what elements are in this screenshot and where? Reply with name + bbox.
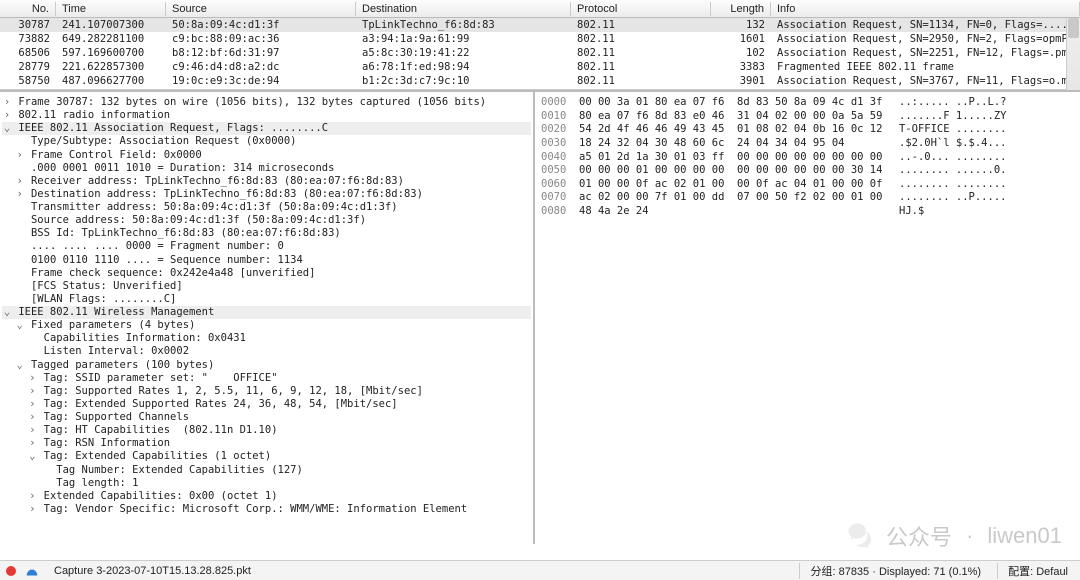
tree-toggle-icon[interactable]: › [27, 490, 37, 503]
tree-toggle-icon [15, 162, 25, 175]
hex-row[interactable]: 005000 00 00 01 00 00 00 00 00 00 00 00 … [541, 164, 1074, 178]
tree-toggle-icon[interactable]: › [27, 398, 37, 411]
detail-line[interactable]: › Tag: Vendor Specific: Microsoft Corp.:… [2, 503, 531, 516]
col-header-source[interactable]: Source [166, 2, 356, 16]
detail-line[interactable]: Listen Interval: 0x0002 [2, 345, 531, 358]
tree-toggle-icon[interactable]: › [2, 96, 12, 109]
status-profile[interactable]: 配置: Defaul [997, 563, 1074, 579]
detail-line[interactable]: Transmitter address: 50:8a:09:4c:d1:3f (… [2, 201, 531, 214]
detail-line[interactable]: Source address: 50:8a:09:4c:d1:3f (50:8a… [2, 214, 531, 227]
detail-line[interactable]: .000 0001 0011 1010 = Duration: 314 micr… [2, 162, 531, 175]
detail-line[interactable]: › Tag: Extended Supported Rates 24, 36, … [2, 398, 531, 411]
tree-toggle-icon [15, 293, 25, 306]
detail-line[interactable]: › Tag: HT Capabilities (802.11n D1.10) [2, 424, 531, 437]
capture-file-name: Capture 3-2023-07-10T15.13.28.825.pkt [48, 565, 257, 577]
tree-toggle-icon[interactable]: › [15, 188, 25, 201]
tree-toggle-icon[interactable]: › [27, 424, 37, 437]
col-header-no[interactable]: No. [0, 2, 56, 16]
detail-line[interactable]: [WLAN Flags: ........C] [2, 293, 531, 306]
tree-toggle-icon[interactable]: ⌄ [2, 306, 12, 319]
detail-line[interactable]: Tag Number: Extended Capabilities (127) [2, 464, 531, 477]
scrollbar-thumb[interactable] [1068, 18, 1079, 38]
tree-toggle-icon [15, 227, 25, 240]
hex-row[interactable]: 0040a5 01 2d 1a 30 01 03 ff 00 00 00 00 … [541, 151, 1074, 165]
packet-list: No. Time Source Destination Protocol Len… [0, 0, 1080, 90]
tree-toggle-icon[interactable]: › [27, 385, 37, 398]
tree-toggle-icon[interactable]: › [27, 503, 37, 516]
hex-row[interactable]: 000000 00 3a 01 80 ea 07 f6 8d 83 50 8a … [541, 96, 1074, 110]
tree-toggle-icon[interactable]: ⌄ [15, 319, 25, 332]
detail-line[interactable]: › Tag: Supported Channels [2, 411, 531, 424]
packet-row[interactable]: 58750487.09662770019:0c:e9:3c:de:94b1:2c… [0, 74, 1080, 88]
detail-line[interactable]: ⌄ Tagged parameters (100 bytes) [2, 359, 531, 372]
hex-row[interactable]: 002054 2d 4f 46 46 49 43 45 01 08 02 04 … [541, 123, 1074, 137]
hex-row[interactable]: 003018 24 32 04 30 48 60 6c 24 04 34 04 … [541, 137, 1074, 151]
col-header-time[interactable]: Time [56, 2, 166, 16]
detail-line[interactable]: › Destination address: TpLinkTechno_f6:8… [2, 188, 531, 201]
tree-toggle-icon[interactable]: ⌄ [27, 450, 37, 463]
wireshark-icon [26, 565, 38, 577]
detail-line[interactable]: Frame check sequence: 0x242e4a48 [unveri… [2, 267, 531, 280]
tree-toggle-icon [15, 254, 25, 267]
hex-row[interactable]: 006001 00 00 0f ac 02 01 00 00 0f ac 04 … [541, 178, 1074, 192]
status-bar: Capture 3-2023-07-10T15.13.28.825.pkt 分组… [0, 560, 1080, 580]
tree-toggle-icon[interactable]: › [2, 109, 12, 122]
tree-toggle-icon [15, 267, 25, 280]
detail-line[interactable]: Capabilities Information: 0x0431 [2, 332, 531, 345]
packet-row[interactable]: 73882649.282281100c9:bc:88:09:ac:36a3:94… [0, 32, 1080, 46]
tree-toggle-icon[interactable]: › [15, 175, 25, 188]
detail-line[interactable]: BSS Id: TpLinkTechno_f6:8d:83 (80:ea:07:… [2, 227, 531, 240]
tree-toggle-icon [15, 135, 25, 148]
detail-line[interactable]: Tag length: 1 [2, 477, 531, 490]
hex-row[interactable]: 008048 4a 2e 24HJ.$ [541, 205, 1074, 219]
tree-toggle-icon [40, 477, 50, 490]
tree-toggle-icon[interactable]: › [27, 372, 37, 385]
tree-toggle-icon[interactable]: › [15, 149, 25, 162]
tree-toggle-icon [27, 345, 37, 358]
status-packets: 分组: 87835 · Displayed: 71 (0.1%) [799, 563, 987, 579]
detail-line[interactable]: ⌄ IEEE 802.11 Association Request, Flags… [2, 122, 531, 135]
detail-line[interactable]: ⌄ Tag: Extended Capabilities (1 octet) [2, 450, 531, 463]
detail-line[interactable]: › Tag: Supported Rates 1, 2, 5.5, 11, 6,… [2, 385, 531, 398]
detail-line[interactable]: › Tag: RSN Information [2, 437, 531, 450]
capture-stop-indicator-icon[interactable] [6, 566, 16, 576]
col-header-info[interactable]: Info [771, 2, 1080, 16]
detail-line[interactable]: 0100 0110 1110 .... = Sequence number: 1… [2, 254, 531, 267]
tree-toggle-icon[interactable]: › [27, 411, 37, 424]
col-header-protocol[interactable]: Protocol [571, 2, 711, 16]
detail-line[interactable]: Type/Subtype: Association Request (0x000… [2, 135, 531, 148]
tree-toggle-icon[interactable]: ⌄ [2, 122, 12, 135]
tree-toggle-icon [40, 464, 50, 477]
detail-line[interactable]: › Frame 30787: 132 bytes on wire (1056 b… [2, 96, 531, 109]
detail-line[interactable]: ⌄ IEEE 802.11 Wireless Management [2, 306, 531, 319]
detail-line[interactable]: › Receiver address: TpLinkTechno_f6:8d:8… [2, 175, 531, 188]
detail-line[interactable]: ⌄ Fixed parameters (4 bytes) [2, 319, 531, 332]
hex-row[interactable]: 001080 ea 07 f6 8d 83 e0 46 31 04 02 00 … [541, 110, 1074, 124]
col-header-destination[interactable]: Destination [356, 2, 571, 16]
tree-toggle-icon [15, 214, 25, 227]
detail-line[interactable]: › Frame Control Field: 0x0000 [2, 149, 531, 162]
col-header-length[interactable]: Length [711, 2, 771, 16]
detail-line[interactable]: .... .... .... 0000 = Fragment number: 0 [2, 240, 531, 253]
tree-toggle-icon [15, 280, 25, 293]
packet-details-tree[interactable]: › Frame 30787: 132 bytes on wire (1056 b… [0, 92, 535, 544]
packet-row[interactable]: 28779221.622857300c9:46:d4:d8:a2:dca6:78… [0, 60, 1080, 74]
packet-row[interactable]: 68506597.169600700b8:12:bf:6d:31:97a5:8c… [0, 46, 1080, 60]
detail-line[interactable]: › Tag: SSID parameter set: " OFFICE" [2, 372, 531, 385]
tree-toggle-icon [27, 332, 37, 345]
tree-toggle-icon[interactable]: ⌄ [15, 359, 25, 372]
packet-row[interactable]: 30787241.10700730050:8a:09:4c:d1:3fTpLin… [0, 18, 1080, 32]
detail-line[interactable]: › 802.11 radio information [2, 109, 531, 122]
tree-toggle-icon[interactable]: › [27, 437, 37, 450]
hex-row[interactable]: 0070ac 02 00 00 7f 01 00 dd 07 00 50 f2 … [541, 191, 1074, 205]
tree-toggle-icon [15, 240, 25, 253]
tree-toggle-icon [15, 201, 25, 214]
hex-dump-pane[interactable]: 000000 00 3a 01 80 ea 07 f6 8d 83 50 8a … [535, 92, 1080, 544]
packet-list-scrollbar[interactable] [1066, 18, 1080, 90]
detail-line[interactable]: › Extended Capabilities: 0x00 (octet 1) [2, 490, 531, 503]
packet-list-header[interactable]: No. Time Source Destination Protocol Len… [0, 0, 1080, 18]
detail-line[interactable]: [FCS Status: Unverified] [2, 280, 531, 293]
